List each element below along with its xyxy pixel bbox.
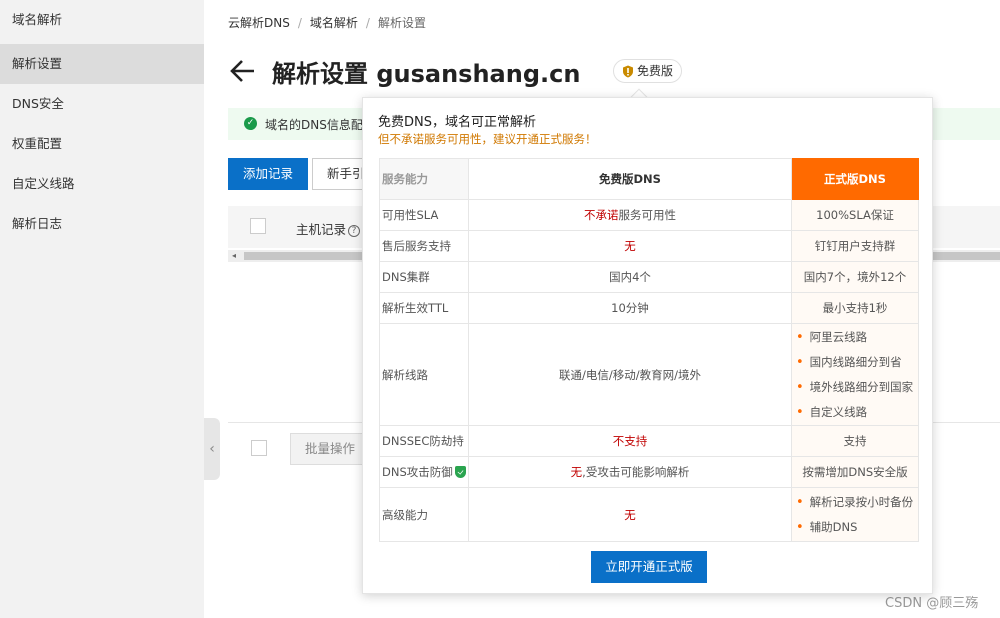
- pro-value: 钉钉用户支持群: [791, 230, 919, 262]
- free-value: 无,受攻击可能影响解析: [468, 456, 792, 488]
- header-pro-dns: 正式版DNS: [791, 158, 919, 200]
- free-value-rest: ,受攻击可能影响解析: [582, 465, 690, 479]
- column-host-record-label: 主机记录: [296, 222, 347, 237]
- list-item: 解析记录按小时备份: [796, 490, 916, 515]
- free-value-warning: 不承诺: [584, 208, 619, 222]
- free-value: 联通/电信/移动/教育网/境外: [468, 323, 792, 426]
- table-row: DNSSEC防劫持 不支持 支持: [379, 425, 919, 457]
- sidebar-item-resolution-log[interactable]: 解析日志: [0, 204, 204, 244]
- pro-value: 最小支持1秒: [791, 292, 919, 324]
- back-arrow-icon[interactable]: [228, 56, 258, 86]
- column-host-record: 主机记录?: [296, 219, 361, 238]
- row-label: 可用性SLA: [379, 199, 469, 231]
- page-title: 解析设置 gusanshang.cn: [272, 60, 581, 88]
- row-label-text: DNS攻击防御: [382, 465, 453, 479]
- shield-icon: [623, 65, 633, 77]
- notice-text: 域名的DNS信息配: [265, 118, 363, 132]
- free-value-rest: 服务可用性: [618, 208, 677, 222]
- breadcrumb-item-current: 解析设置: [377, 16, 426, 30]
- row-label: DNS集群: [379, 261, 469, 293]
- free-value: 无: [468, 230, 792, 262]
- sidebar-collapse-toggle[interactable]: ‹: [204, 418, 220, 480]
- list-item: 阿里云线路: [796, 325, 916, 350]
- edition-badge-label: 免费版: [637, 64, 674, 78]
- pro-value: 按需增加DNS安全版: [791, 456, 919, 488]
- header-free-dns: 免费版DNS: [468, 158, 792, 200]
- scroll-left-icon[interactable]: ◂: [232, 250, 236, 262]
- row-label: DNSSEC防劫持: [379, 425, 469, 457]
- row-label: 售后服务支持: [379, 230, 469, 262]
- watermark: CSDN @顾三殇: [885, 596, 979, 611]
- header-capability: 服务能力: [379, 158, 469, 200]
- edition-compare-popover: 免费DNS，域名可正常解析 但不承诺服务可用性，建议开通正式服务！ 服务能力 免…: [362, 97, 933, 594]
- sidebar-item-dns-security[interactable]: DNS安全: [0, 84, 204, 124]
- edition-compare-table: 服务能力 免费版DNS 正式版DNS 可用性SLA 不承诺服务可用性 100%S…: [379, 158, 919, 542]
- sidebar-item-custom-line[interactable]: 自定义线路: [0, 164, 204, 204]
- row-label: 解析线路: [379, 323, 469, 426]
- select-all-bottom-checkbox[interactable]: [251, 440, 267, 456]
- sidebar-item-resolution-settings[interactable]: 解析设置: [0, 44, 204, 84]
- batch-operation-button[interactable]: 批量操作: [290, 433, 368, 465]
- free-value: 不支持: [468, 425, 792, 457]
- pro-value: 100%SLA保证: [791, 199, 919, 231]
- free-value-warning: 无: [570, 465, 583, 479]
- table-row: DNS攻击防御 无,受攻击可能影响解析 按需增加DNS安全版: [379, 456, 919, 488]
- breadcrumb-item-domain-resolution[interactable]: 域名解析: [310, 16, 358, 30]
- select-all-checkbox[interactable]: [250, 218, 266, 234]
- free-value: 无: [468, 487, 792, 542]
- sidebar-item-domain-resolution[interactable]: 域名解析: [0, 0, 204, 40]
- row-label: 解析生效TTL: [379, 292, 469, 324]
- table-row: 售后服务支持 无 钉钉用户支持群: [379, 230, 919, 262]
- help-icon[interactable]: ?: [348, 225, 361, 237]
- pro-value: 支持: [791, 425, 919, 457]
- table-header-row: 服务能力 免费版DNS 正式版DNS: [379, 158, 919, 200]
- chevron-left-icon: ‹: [209, 441, 215, 457]
- list-item: 国内线路细分到省: [796, 350, 916, 375]
- add-record-button[interactable]: 添加记录: [228, 158, 308, 190]
- sidebar: 域名解析 解析设置 DNS安全 权重配置 自定义线路 解析日志: [0, 0, 204, 618]
- table-row: 解析线路 联通/电信/移动/教育网/境外 阿里云线路 国内线路细分到省 境外线路…: [379, 323, 919, 426]
- sidebar-item-weight-config[interactable]: 权重配置: [0, 124, 204, 164]
- list-item: 自定义线路: [796, 400, 916, 425]
- breadcrumb: 云解析DNS / 域名解析 / 解析设置: [228, 14, 426, 31]
- free-value: 10分钟: [468, 292, 792, 324]
- table-row: DNS集群 国内4个 国内7个，境外12个: [379, 261, 919, 293]
- pro-value-list: 解析记录按小时备份 辅助DNS: [791, 487, 919, 542]
- table-row: 解析生效TTL 10分钟 最小支持1秒: [379, 292, 919, 324]
- popover-title: 免费DNS，域名可正常解析: [378, 115, 536, 130]
- breadcrumb-separator: /: [297, 16, 302, 30]
- edition-badge[interactable]: 免费版: [613, 59, 683, 83]
- row-label: DNS攻击防御: [379, 456, 469, 488]
- breadcrumb-separator: /: [365, 16, 370, 30]
- free-value: 国内4个: [468, 261, 792, 293]
- breadcrumb-item-cloud-dns[interactable]: 云解析DNS: [228, 16, 290, 30]
- free-value: 不承诺服务可用性: [468, 199, 792, 231]
- pro-value: 国内7个，境外12个: [791, 261, 919, 293]
- table-row: 高级能力 无 解析记录按小时备份 辅助DNS: [379, 487, 919, 542]
- check-circle-icon: ✓: [244, 117, 257, 130]
- row-label: 高级能力: [379, 487, 469, 542]
- pro-value-list: 阿里云线路 国内线路细分到省 境外线路细分到国家 自定义线路: [791, 323, 919, 426]
- list-item: 辅助DNS: [796, 515, 916, 540]
- shield-check-icon: [454, 466, 466, 478]
- list-item: 境外线路细分到国家: [796, 375, 916, 400]
- popover-subtitle: 但不承诺服务可用性，建议开通正式服务！: [378, 132, 597, 146]
- upgrade-to-pro-button[interactable]: 立即开通正式版: [591, 551, 707, 583]
- table-row: 可用性SLA 不承诺服务可用性 100%SLA保证: [379, 199, 919, 231]
